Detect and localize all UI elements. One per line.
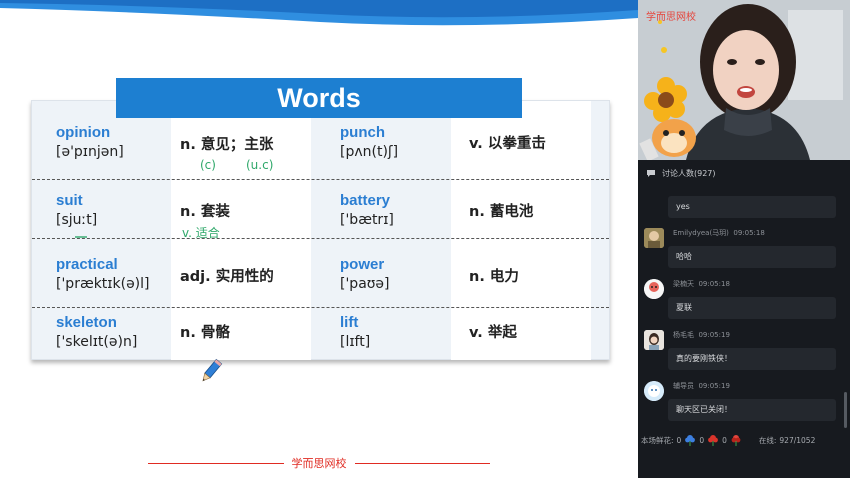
handwritten-note: (c) (200, 158, 216, 172)
side-panel: 学而思网校 讨论人数(927) yes Emilydyea(马玥) 09:05:… (638, 0, 850, 478)
word-meaning: n. 蓄电池 (469, 203, 534, 220)
chat-username: 梁楠天 09:05:18 (673, 279, 730, 289)
meaning-cell: adj. 实用性的 (180, 246, 320, 304)
chat-user-name: Emilydyea(马玥) (673, 229, 729, 237)
pencil-icon[interactable] (196, 357, 226, 387)
word-meaning: n. 骨骼 (180, 324, 230, 341)
handwritten-mark (75, 236, 87, 238)
word-english: practical (56, 256, 118, 273)
flower-count: 0 (676, 435, 682, 445)
word-cell: battery ['bætrɪ] (340, 192, 480, 250)
red-flower-icon[interactable] (707, 434, 719, 446)
word-cell: punch [pʌn(t)ʃ] (340, 124, 480, 182)
chat-header: 讨论人数(927) (638, 162, 850, 184)
flower-count: 0 (699, 435, 705, 445)
chat-timestamp: 09:05:19 (698, 382, 730, 390)
word-cell: suit [sjuːt] (56, 192, 196, 250)
meaning-cell: n. 骨骼 (180, 302, 320, 360)
online-label: 在线: (758, 435, 777, 445)
slide-title: Words (116, 78, 522, 118)
word-phonetic: ['bætrɪ] (340, 212, 394, 228)
word-english: skeleton (56, 314, 117, 331)
footer-rule-left (148, 462, 284, 464)
user-avatar (644, 330, 664, 350)
word-english: lift (340, 314, 359, 331)
rose-flower-icon[interactable] (730, 434, 742, 446)
word-meaning: n. 电力 (469, 268, 519, 285)
chat-user-name: 梁楠天 (673, 280, 694, 288)
user-avatar (644, 228, 664, 248)
meaning-cell: n. 蓄电池 (469, 181, 609, 239)
flower-count: 0 (722, 435, 727, 445)
chat-bubble: yes (668, 196, 836, 218)
chat-username: 辅导员 09:05:19 (673, 381, 730, 391)
word-phonetic: ['paʊə] (340, 276, 390, 292)
user-avatar (644, 279, 664, 299)
blue-flower-icon[interactable] (684, 434, 696, 446)
meaning-cell: v. 以拳重击 (469, 113, 609, 171)
word-cell: opinion [ə'pɪnjən] (56, 124, 196, 182)
flower-label: 本场鲜花: (641, 435, 674, 445)
chat-bubble: 聊天区已关闭！ (668, 399, 836, 421)
word-cell: skeleton ['skelɪt(ə)n] (56, 314, 196, 372)
footer-brand-text: 学而思网校 (291, 457, 347, 470)
word-phonetic: ['skelɪt(ə)n] (56, 334, 138, 350)
word-phonetic: [sjuːt] (56, 212, 98, 228)
word-meaning: n. 意见；主张 (180, 136, 274, 153)
word-english: suit (56, 192, 83, 209)
word-meaning: v. 举起 (469, 324, 517, 341)
meaning-cell: n. 电力 (469, 246, 609, 304)
chat-bubble: 真的要刚铁侠！ (668, 348, 836, 370)
flower-status-bar: 本场鲜花: 0 0 0 在线: 927/1052 (638, 430, 850, 450)
handwritten-note: (u.c) (246, 158, 274, 172)
user-avatar (644, 381, 664, 401)
chat-timestamp: 09:05:18 (733, 229, 765, 237)
word-cell: lift [lɪft] (340, 314, 480, 372)
word-meaning: v. 以拳重击 (469, 135, 546, 152)
chat-bubble: 夏联 (668, 297, 836, 319)
word-phonetic: [ə'pɪnjən] (56, 144, 124, 160)
word-phonetic: [lɪft] (340, 334, 371, 350)
teacher-video-frame (638, 0, 850, 160)
word-english: battery (340, 192, 391, 209)
footer-rule-right (354, 462, 490, 464)
word-cell: practical ['præktɪk(ə)l] (56, 256, 196, 314)
chat-icon (647, 169, 655, 177)
footer-brand: 学而思网校 (148, 455, 490, 471)
word-english: power (340, 256, 385, 273)
word-meaning: adj. 实用性的 (180, 268, 274, 285)
words-table: opinion [ə'pɪnjən] n. 意见；主张 punch [pʌn(t… (31, 100, 610, 360)
word-english: punch (340, 124, 385, 141)
meaning-cell: v. 举起 (469, 302, 609, 360)
word-cell: power ['paʊə] (340, 256, 480, 314)
chat-username: Emilydyea(马玥) 09:05:18 (673, 228, 765, 238)
teacher-video: 学而思网校 (638, 0, 850, 160)
chat-scrollbar[interactable] (844, 392, 847, 428)
lesson-slide: Words opinion [ə'pɪnjən] n. 意见；主张 punch … (0, 0, 638, 478)
chat-user-name: 杨毛毛 (673, 331, 694, 339)
word-english: opinion (56, 124, 111, 141)
chat-timestamp: 09:05:19 (698, 331, 730, 339)
chat-timestamp: 09:05:18 (698, 280, 730, 288)
chat-bubble: 哈哈 (668, 246, 836, 268)
top-wave-decoration (0, 0, 638, 26)
chat-user-name: 辅导员 (673, 382, 694, 390)
word-phonetic: ['præktɪk(ə)l] (56, 276, 150, 292)
word-meaning: n. 套装 (180, 203, 230, 220)
video-brand-logo: 学而思网校 (646, 12, 696, 23)
chat-username: 杨毛毛 09:05:19 (673, 330, 730, 340)
online-count: 927/1052 (779, 435, 816, 445)
chat-participants-count: 讨论人数(927) (662, 168, 716, 178)
word-phonetic: [pʌn(t)ʃ] (340, 144, 399, 160)
handwritten-note: v. 适合 (182, 226, 220, 240)
